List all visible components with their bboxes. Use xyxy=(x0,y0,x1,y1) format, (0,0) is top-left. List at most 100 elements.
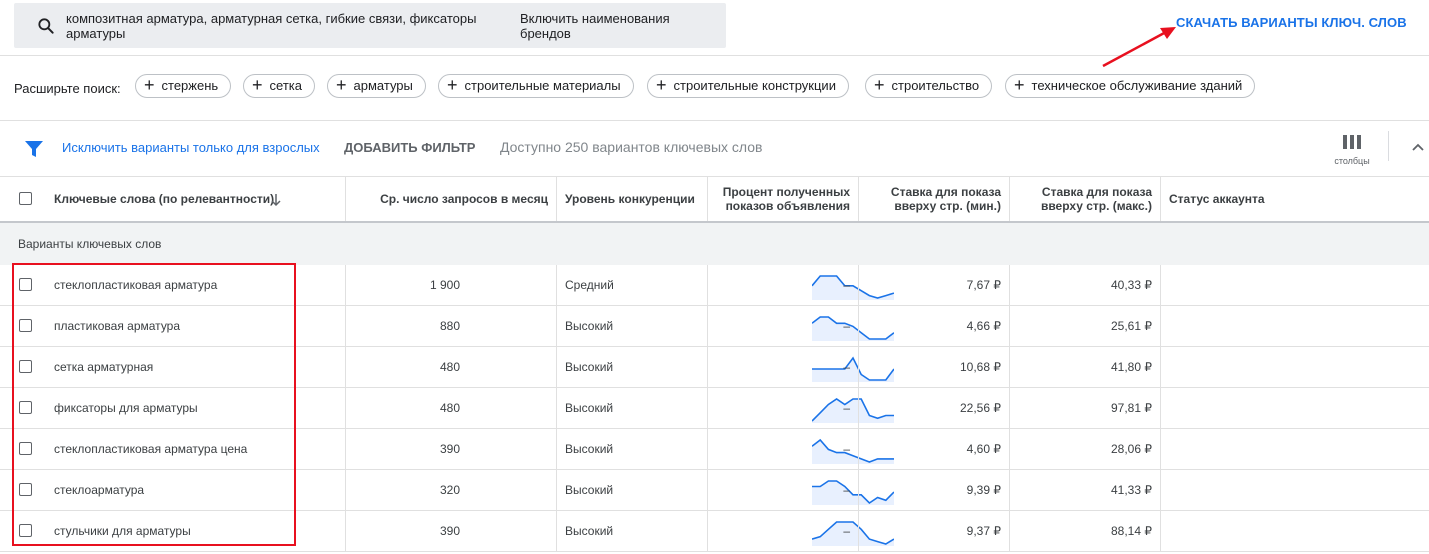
expand-search-label: Расширьте поиск: xyxy=(14,81,121,96)
searches-value: 390 xyxy=(439,524,460,538)
keyword-cell: пластиковая арматура xyxy=(0,306,346,346)
filter-row: Исключить варианты только для взрослых Д… xyxy=(0,121,1429,177)
competition-cell: Средний xyxy=(557,265,708,305)
header-competition[interactable]: Уровень конкуренции xyxy=(557,177,708,221)
keyword-cell: стеклоарматура xyxy=(0,470,346,510)
plus-icon: + xyxy=(252,75,263,95)
competition-cell: Высокий xyxy=(557,347,708,387)
impression-share-cell: – xyxy=(708,347,859,387)
searches-value: 320 xyxy=(439,483,460,497)
bid-low-cell: 9,39 ₽ xyxy=(859,470,1010,510)
account-status-cell xyxy=(1161,388,1429,428)
table-header: Ключевые слова (по релевантности) Ср. чи… xyxy=(0,177,1429,223)
row-checkbox[interactable] xyxy=(19,319,32,332)
keyword-text: стеклопластиковая арматура xyxy=(54,278,218,292)
header-account-status[interactable]: Статус аккаунта xyxy=(1161,177,1429,221)
plus-icon: + xyxy=(144,75,155,95)
impression-share-cell: – xyxy=(708,388,859,428)
table-row[interactable]: стеклоарматура 320 Высокий –9,39 ₽41,33 ₽ xyxy=(0,470,1429,511)
header-searches[interactable]: Ср. число запросов в месяц xyxy=(346,177,557,221)
searches-value: 880 xyxy=(439,319,460,333)
header-keyword[interactable]: Ключевые слова (по релевантности) xyxy=(0,177,346,221)
chip-expand[interactable]: + строительство xyxy=(865,74,993,98)
bid-low-cell: 10,68 ₽ xyxy=(859,347,1010,387)
columns-button[interactable]: столбцы xyxy=(1330,131,1374,171)
impression-share-cell: – xyxy=(708,470,859,510)
table-row[interactable]: пластиковая арматура 880 Высокий –4,66 ₽25,… xyxy=(0,306,1429,347)
search-box[interactable]: композитная арматура, арматурная сетка, … xyxy=(14,3,726,48)
bid-high-cell: 41,80 ₽ xyxy=(1010,347,1161,387)
plus-icon: + xyxy=(1014,75,1025,95)
row-checkbox[interactable] xyxy=(19,401,32,414)
searches-cell: 1 900 xyxy=(346,265,894,305)
download-keywords-link[interactable]: СКАЧАТЬ ВАРИАНТЫ КЛЮЧ. СЛОВ xyxy=(1176,15,1407,30)
competition-cell: Высокий xyxy=(557,388,708,428)
row-checkbox[interactable] xyxy=(19,524,32,537)
searches-value: 480 xyxy=(439,360,460,374)
keyword-cell: стеклопластиковая арматура цена xyxy=(0,429,346,469)
bid-low-cell: 7,67 ₽ xyxy=(859,265,1010,305)
bid-low-cell: 4,66 ₽ xyxy=(859,306,1010,346)
bid-low-cell: 9,37 ₽ xyxy=(859,511,1010,551)
table-row[interactable]: стульчики для арматуры 390 Высокий –9,37 ₽8… xyxy=(0,511,1429,552)
searches-value: 1 900 xyxy=(429,278,460,292)
row-checkbox[interactable] xyxy=(19,442,32,455)
keyword-text: стульчики для арматуры xyxy=(54,524,191,538)
keyword-text: стеклоарматура xyxy=(54,483,145,497)
table-row[interactable]: стеклопластиковая арматура цена 390 Высоки… xyxy=(0,429,1429,470)
header-impression-share[interactable]: Процент полученных показов объявления xyxy=(708,177,859,221)
bid-high-cell: 40,33 ₽ xyxy=(1010,265,1161,305)
header-bid-low[interactable]: Ставка для показа вверху стр. (мин.) xyxy=(859,177,1010,221)
include-brands-toggle[interactable]: Включить наименования брендов xyxy=(520,11,700,41)
keyword-cell: стульчики для арматуры xyxy=(0,511,346,551)
keyword-cell: стеклопластиковая арматура xyxy=(0,265,346,305)
searches-cell: 320 xyxy=(346,470,894,510)
header-bid-high[interactable]: Ставка для показа вверху стр. (макс.) xyxy=(1010,177,1161,221)
keyword-text: пластиковая арматура xyxy=(54,319,181,333)
account-status-cell xyxy=(1161,470,1429,510)
chip-expand[interactable]: + арматуры xyxy=(327,74,426,98)
searches-cell: 480 xyxy=(346,347,894,387)
chip-expand[interactable]: + строительные конструкции xyxy=(647,74,849,98)
plus-icon: + xyxy=(874,75,885,95)
filter-icon[interactable] xyxy=(24,139,44,159)
bid-low-cell: 22,56 ₽ xyxy=(859,388,1010,428)
row-checkbox[interactable] xyxy=(19,360,32,373)
searches-cell: 390 xyxy=(346,429,894,469)
impression-share-cell: – xyxy=(708,511,859,551)
available-count: Доступно 250 вариантов ключевых слов xyxy=(500,139,763,155)
expand-search-row: Расширьте поиск: + стержень + сетка + армат… xyxy=(0,56,1429,121)
exclude-adult-filter[interactable]: Исключить варианты только для взрослых xyxy=(62,140,320,155)
searches-value: 480 xyxy=(439,401,460,415)
row-checkbox[interactable] xyxy=(19,483,32,496)
add-filter-button[interactable]: ДОБАВИТЬ ФИЛЬТР xyxy=(344,140,475,155)
top-bar: композитная арматура, арматурная сетка, … xyxy=(0,0,1429,68)
account-status-cell xyxy=(1161,265,1429,305)
table-row[interactable]: фиксаторы для арматуры 480 Высокий –22,56 ₽… xyxy=(0,388,1429,429)
competition-cell: Высокий xyxy=(557,429,708,469)
chip-expand[interactable]: + строительные материалы xyxy=(438,74,634,98)
competition-cell: Высокий xyxy=(557,511,708,551)
bid-high-cell: 28,06 ₽ xyxy=(1010,429,1161,469)
chevron-up-icon[interactable] xyxy=(1410,139,1426,155)
chip-expand[interactable]: + сетка xyxy=(243,74,315,98)
bid-high-cell: 25,61 ₽ xyxy=(1010,306,1161,346)
table-row[interactable]: стеклопластиковая арматура 1 900 Средний –7… xyxy=(0,265,1429,306)
searches-cell: 390 xyxy=(346,511,894,551)
table-row[interactable]: сетка арматурная 480 Высокий –10,68 ₽41,80 … xyxy=(0,347,1429,388)
chip-expand[interactable]: + стержень xyxy=(135,74,232,98)
competition-cell: Высокий xyxy=(557,470,708,510)
row-checkbox[interactable] xyxy=(19,278,32,291)
search-query[interactable]: композитная арматура, арматурная сетка, … xyxy=(66,11,506,41)
divider xyxy=(1388,131,1389,161)
account-status-cell xyxy=(1161,511,1429,551)
account-status-cell xyxy=(1161,429,1429,469)
select-all-checkbox[interactable] xyxy=(19,192,32,205)
impression-share-cell: – xyxy=(708,429,859,469)
impression-share-cell: – xyxy=(708,306,859,346)
keyword-cell: сетка арматурная xyxy=(0,347,346,387)
columns-label: столбцы xyxy=(1334,156,1370,166)
account-status-cell xyxy=(1161,347,1429,387)
chip-expand[interactable]: + техническое обслуживание зданий xyxy=(1005,74,1256,98)
account-status-cell xyxy=(1161,306,1429,346)
